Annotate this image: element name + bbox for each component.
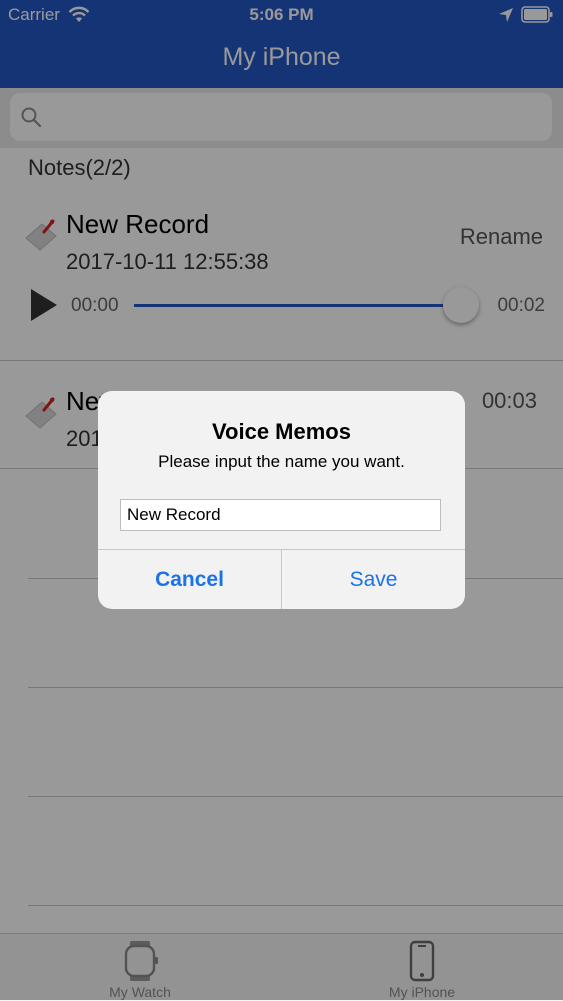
dialog-title: Voice Memos	[212, 419, 351, 444]
record-name-field[interactable]	[120, 499, 441, 531]
save-button[interactable]: Save	[282, 550, 465, 609]
dialog-message: Please input the name you want.	[158, 452, 405, 471]
cancel-button[interactable]: Cancel	[98, 550, 281, 609]
alert-dialog: Voice Memos Please input the name you wa…	[98, 391, 465, 609]
